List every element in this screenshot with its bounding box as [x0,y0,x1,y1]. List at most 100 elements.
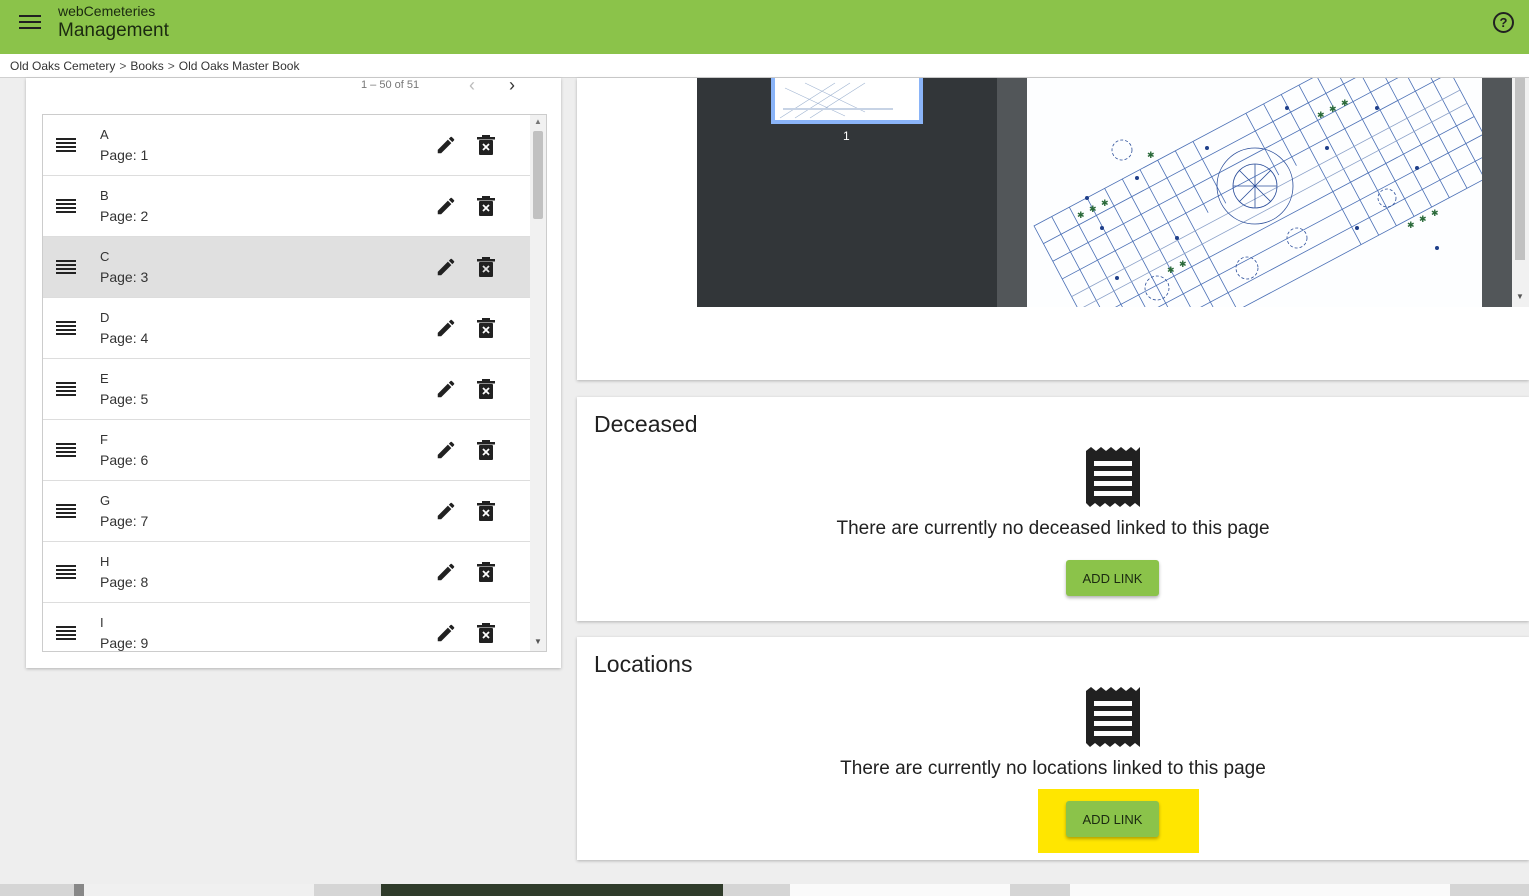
locations-title: Locations [594,651,693,677]
svg-text:✱: ✱ [1167,265,1175,275]
breadcrumb-book[interactable]: Old Oaks Master Book [179,59,300,73]
svg-text:✱: ✱ [1147,150,1155,160]
svg-text:✱: ✱ [1179,259,1187,269]
item-name: A [100,127,109,142]
viewer-scrollbar[interactable]: ▼ [1512,78,1529,307]
delete-icon[interactable] [477,379,495,399]
cemetery-map-image: ✱ ✱ ✱ ✱ ✱ ✱ ✱ ✱ ✱ ✱ ✱ ✱ [1027,78,1482,307]
drag-handle-icon[interactable] [56,382,76,396]
svg-text:✱: ✱ [1089,204,1097,214]
item-name: F [100,432,108,447]
item-name: I [100,615,104,630]
delete-icon[interactable] [477,440,495,460]
thumbnail-map-image [775,78,919,120]
deceased-title: Deceased [594,411,698,437]
app-title-text: Management [58,20,169,41]
item-page: Page: 4 [100,330,149,346]
strip-photo [381,884,723,896]
drag-handle-icon[interactable] [56,504,76,518]
svg-text:✱: ✱ [1317,110,1325,120]
deceased-add-link-button[interactable]: ADD LINK [1066,560,1159,596]
svg-text:✱: ✱ [1101,198,1109,208]
delete-icon[interactable] [477,135,495,155]
list-item[interactable]: D Page: 4 [43,298,530,359]
locations-add-link-button[interactable]: ADD LINK [1066,801,1159,837]
previous-page-button[interactable]: ‹ [469,75,475,96]
item-page: Page: 2 [100,208,149,224]
bottom-content-strip [0,884,1529,896]
item-page: Page: 9 [100,635,149,651]
delete-icon[interactable] [477,257,495,277]
svg-text:✱: ✱ [1419,214,1427,224]
drag-handle-icon[interactable] [56,260,76,274]
edit-icon[interactable] [435,378,457,400]
breadcrumb-cemetery[interactable]: Old Oaks Cemetery [10,59,115,73]
drag-handle-icon[interactable] [56,626,76,640]
edit-icon[interactable] [435,256,457,278]
edit-icon[interactable] [435,195,457,217]
item-name: B [100,188,109,203]
receipt-icon [1086,447,1140,507]
viewer-gutter-right [1482,78,1512,307]
locations-empty-message: There are currently no locations linked … [840,758,1266,779]
edit-icon[interactable] [435,317,457,339]
edit-icon[interactable] [435,500,457,522]
svg-text:✱: ✱ [1329,104,1337,114]
breadcrumb-separator: > [167,59,175,73]
drag-handle-icon[interactable] [56,199,76,213]
delete-icon[interactable] [477,623,495,643]
svg-text:✱: ✱ [1407,220,1415,230]
breadcrumb: Old Oaks Cemetery > Books > Old Oaks Master … [0,54,1529,78]
cemetery-map-page: ✱ ✱ ✱ ✱ ✱ ✱ ✱ ✱ ✱ ✱ ✱ ✱ [1027,78,1482,307]
list-item[interactable]: B Page: 2 [43,176,530,237]
breadcrumb-separator: > [119,59,127,73]
list-item[interactable]: F Page: 6 [43,420,530,481]
drag-handle-icon[interactable] [56,321,76,335]
delete-icon[interactable] [477,501,495,521]
list-item[interactable]: G Page: 7 [43,481,530,542]
breadcrumb-books[interactable]: Books [130,59,163,73]
paginator-range: 1 – 50 of 51 [361,79,420,91]
top-app-bar: webCemeteries Management ? [0,0,1529,54]
list-item[interactable]: H Page: 8 [43,542,530,603]
scrollbar-thumb[interactable] [533,131,543,219]
drag-handle-icon[interactable] [56,565,76,579]
menu-icon[interactable] [19,15,41,31]
drag-handle-icon[interactable] [56,138,76,152]
delete-icon[interactable] [477,318,495,338]
item-page: Page: 1 [100,147,149,163]
item-page: Page: 6 [100,452,149,468]
app-subtitle: webCemeteries [58,3,156,19]
scroll-down-icon[interactable]: ▼ [534,637,542,646]
delete-icon[interactable] [477,562,495,582]
page-thumbnail[interactable] [771,78,923,124]
item-page: Page: 3 [100,269,149,285]
viewer-scrollbar-thumb[interactable] [1515,78,1525,260]
edit-icon[interactable] [435,439,457,461]
item-page: Page: 5 [100,391,149,407]
list-item[interactable]: I Page: 9 [43,603,530,651]
list-item[interactable]: E Page: 5 [43,359,530,420]
svg-text:✱: ✱ [1431,208,1439,218]
list-item-selected[interactable]: C Page: 3 [43,237,530,298]
pages-list: A Page: 1 B Page: 2 C Page: 3 D Page: 4 … [42,114,547,652]
item-name: D [100,310,110,325]
deceased-panel: Deceased There are currently no deceased… [577,397,1529,621]
strip-block [790,884,1010,896]
edit-icon[interactable] [435,622,457,644]
next-page-button[interactable]: › [509,75,515,96]
scroll-up-icon[interactable]: ▲ [534,117,542,126]
item-name: C [100,249,110,264]
item-name: G [100,493,111,508]
edit-icon[interactable] [435,134,457,156]
app-title: webCemeteries Management [58,4,169,40]
list-item[interactable]: A Page: 1 [43,115,530,176]
list-scrollbar[interactable]: ▲ ▼ [530,115,546,651]
delete-icon[interactable] [477,196,495,216]
scroll-down-icon[interactable]: ▼ [1516,292,1524,301]
drag-handle-icon[interactable] [56,443,76,457]
viewer-gutter [997,78,1027,307]
edit-icon[interactable] [435,561,457,583]
item-page: Page: 7 [100,513,149,529]
help-icon[interactable]: ? [1493,12,1514,33]
